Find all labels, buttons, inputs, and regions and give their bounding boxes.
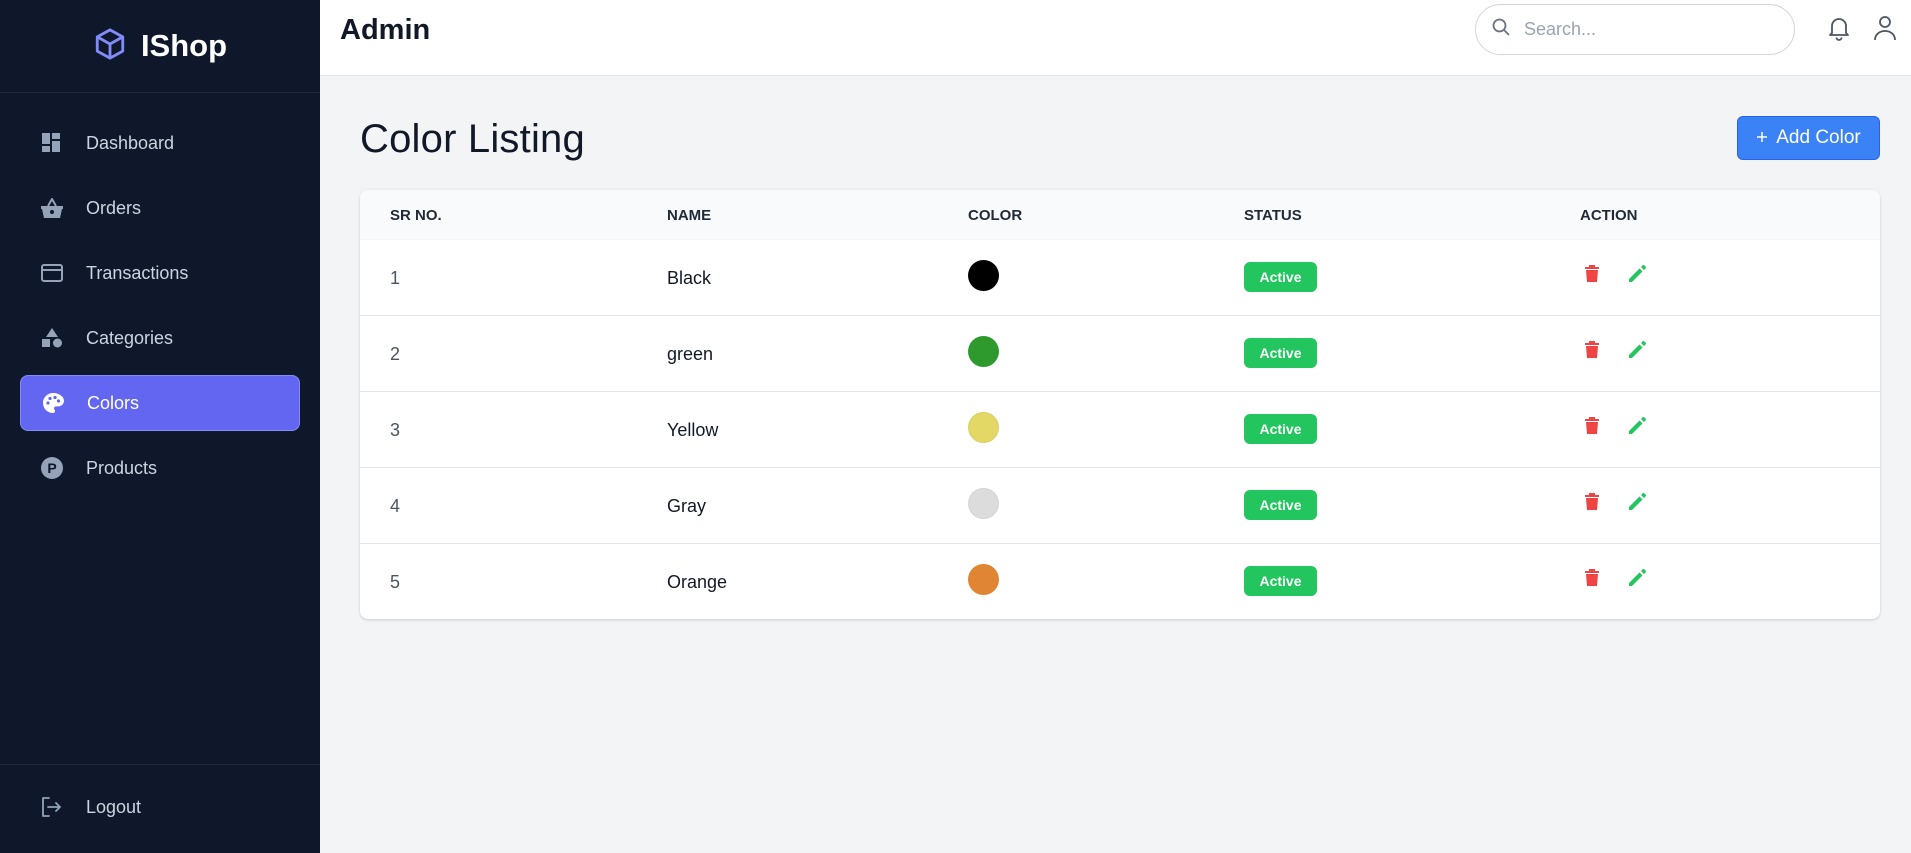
sr-no-cell: 4 bbox=[390, 496, 401, 516]
trash-icon bbox=[1584, 264, 1600, 288]
delete-button[interactable] bbox=[1580, 416, 1604, 440]
search-input[interactable] bbox=[1524, 19, 1764, 40]
sr-no-cell: 2 bbox=[390, 344, 401, 364]
header-status: STATUS bbox=[1244, 207, 1302, 224]
table-header: SR NO. NAME COLOR STATUS ACTION bbox=[360, 190, 1880, 240]
name-cell: green bbox=[667, 344, 714, 364]
sidebar-item-dashboard[interactable]: Dashboard bbox=[20, 115, 300, 171]
logout-icon bbox=[40, 795, 64, 819]
sr-no-cell: 1 bbox=[390, 268, 401, 288]
bell-icon[interactable] bbox=[1825, 14, 1853, 42]
table-row: 2 green Active bbox=[360, 316, 1880, 392]
header-color: COLOR bbox=[968, 207, 1023, 224]
status-badge: Active bbox=[1244, 490, 1317, 520]
sidebar-item-label: Dashboard bbox=[86, 132, 175, 153]
add-color-label: Add Color bbox=[1776, 127, 1861, 148]
sr-no-cell: 3 bbox=[390, 420, 401, 440]
sidebar-item-label: Products bbox=[86, 457, 158, 478]
color-swatch bbox=[968, 412, 999, 443]
trash-icon bbox=[1584, 492, 1600, 516]
svg-text:P: P bbox=[47, 460, 56, 476]
name-cell: Orange bbox=[667, 572, 728, 592]
shapes-icon bbox=[40, 326, 64, 350]
status-badge: Active bbox=[1244, 262, 1317, 292]
sidebar-item-transactions[interactable]: Transactions bbox=[20, 245, 300, 301]
name-cell: Gray bbox=[667, 496, 707, 516]
delete-button[interactable] bbox=[1580, 340, 1604, 364]
color-swatch bbox=[968, 564, 999, 595]
sidebar-item-label: Transactions bbox=[86, 262, 189, 283]
sidebar-nav: Dashboard Orders Transactions Categories… bbox=[0, 93, 320, 496]
logout-button[interactable]: Logout bbox=[40, 795, 141, 819]
pencil-icon bbox=[1627, 492, 1647, 517]
status-badge: Active bbox=[1244, 414, 1317, 444]
name-cell: Yellow bbox=[667, 420, 719, 440]
edit-button[interactable] bbox=[1625, 568, 1649, 592]
edit-button[interactable] bbox=[1625, 416, 1649, 440]
trash-icon bbox=[1584, 340, 1600, 364]
sr-no-cell: 5 bbox=[390, 572, 401, 592]
edit-button[interactable] bbox=[1625, 340, 1649, 364]
sidebar-item-colors[interactable]: Colors bbox=[20, 375, 300, 431]
dashboard-icon bbox=[40, 131, 64, 155]
trash-icon bbox=[1584, 568, 1600, 592]
sidebar: IShop Dashboard Orders Transactions Cate… bbox=[0, 0, 320, 853]
logout-section: Logout bbox=[0, 764, 320, 853]
header-name: NAME bbox=[667, 207, 712, 224]
search-box bbox=[1475, 4, 1795, 55]
table-body: 1 Black Active 2 green Active 3 Yellow A… bbox=[360, 240, 1880, 619]
delete-button[interactable] bbox=[1580, 264, 1604, 288]
edit-button[interactable] bbox=[1625, 264, 1649, 288]
search-icon bbox=[1492, 18, 1510, 41]
edit-button[interactable] bbox=[1625, 492, 1649, 516]
sidebar-item-categories[interactable]: Categories bbox=[20, 310, 300, 366]
name-cell: Black bbox=[667, 268, 712, 288]
basket-icon bbox=[40, 196, 64, 220]
pencil-icon bbox=[1627, 568, 1647, 593]
trash-icon bbox=[1584, 416, 1600, 440]
status-badge: Active bbox=[1244, 566, 1317, 596]
pencil-icon bbox=[1627, 340, 1647, 365]
sidebar-item-label: Categories bbox=[86, 327, 174, 348]
color-swatch bbox=[968, 488, 999, 519]
topbar: Admin bbox=[320, 0, 1911, 76]
p-circle-icon: P bbox=[40, 456, 64, 480]
header-sr-no: SR NO. bbox=[390, 207, 442, 224]
brand-name: IShop bbox=[140, 28, 228, 63]
sidebar-item-label: Colors bbox=[87, 392, 140, 413]
plus-icon bbox=[1756, 127, 1768, 149]
cube-icon bbox=[93, 26, 127, 67]
pencil-icon bbox=[1627, 264, 1647, 289]
sidebar-item-products[interactable]: P Products bbox=[20, 440, 300, 496]
table-row: 3 Yellow Active bbox=[360, 392, 1880, 468]
pencil-icon bbox=[1627, 416, 1647, 441]
sidebar-item-orders[interactable]: Orders bbox=[20, 180, 300, 236]
status-badge: Active bbox=[1244, 338, 1317, 368]
credit-card-icon bbox=[40, 261, 64, 285]
logout-label: Logout bbox=[86, 796, 142, 817]
topbar-title: Admin bbox=[340, 14, 431, 46]
table-row: 1 Black Active bbox=[360, 240, 1880, 316]
color-table: SR NO. NAME COLOR STATUS ACTION 1 Black … bbox=[360, 190, 1880, 619]
color-swatch bbox=[968, 336, 999, 367]
palette-icon bbox=[41, 391, 65, 415]
add-color-button[interactable]: Add Color bbox=[1737, 116, 1880, 160]
page-title: Color Listing bbox=[360, 117, 585, 161]
table-row: 4 Gray Active bbox=[360, 468, 1880, 544]
color-swatch bbox=[968, 260, 999, 291]
user-icon[interactable] bbox=[1871, 14, 1899, 42]
table-row: 5 Orange Active bbox=[360, 544, 1880, 619]
brand[interactable]: IShop bbox=[0, 0, 320, 93]
sidebar-item-label: Orders bbox=[86, 197, 142, 218]
header-action: ACTION bbox=[1580, 207, 1638, 224]
delete-button[interactable] bbox=[1580, 568, 1604, 592]
delete-button[interactable] bbox=[1580, 492, 1604, 516]
